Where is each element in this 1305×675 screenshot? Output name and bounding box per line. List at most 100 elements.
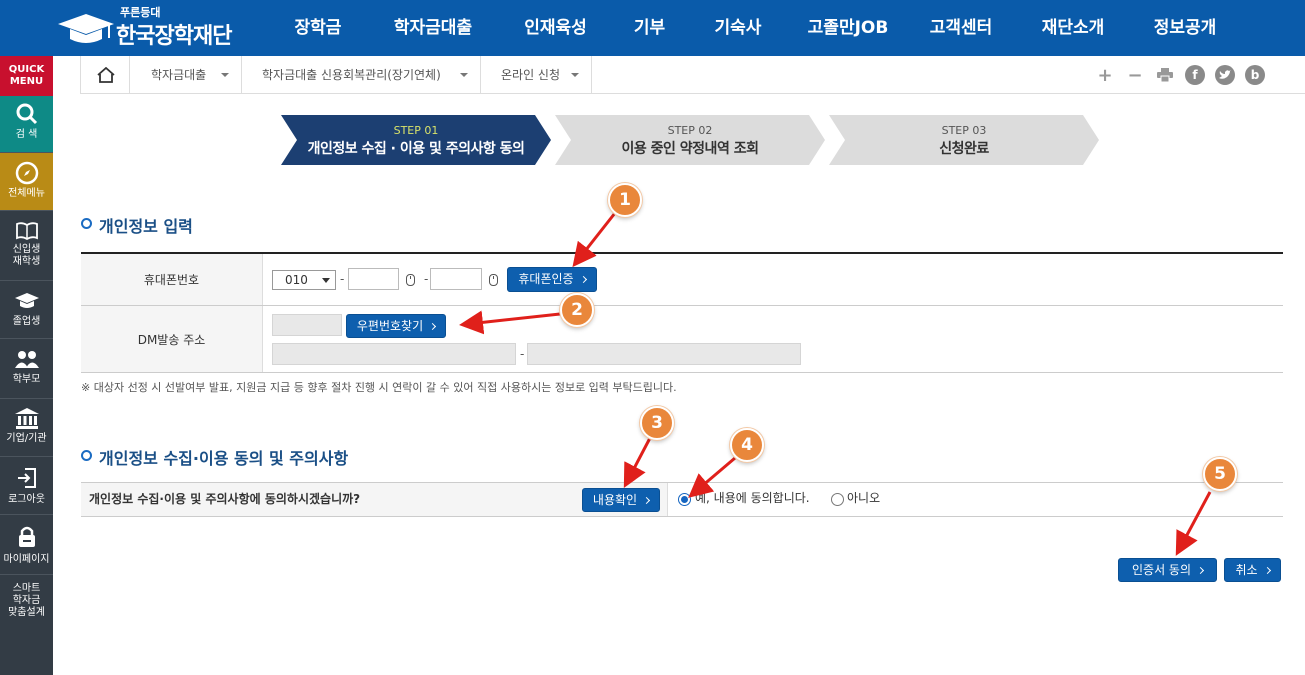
quick-menu-title-line1: QUICK: [8, 64, 45, 75]
mouse-icon: [406, 274, 415, 286]
quick-mypage-label: 마이페이지: [3, 554, 50, 565]
step-03-num: STEP 03: [941, 124, 987, 137]
quick-smart-line3: 맞춤설계: [8, 607, 45, 618]
global-header: 푸른등대 한국장학재단 장학금 학자금대출 인재육성 기부 기숙사 고졸만JOB…: [0, 0, 1305, 56]
quick-student[interactable]: 신입생 재학생: [0, 211, 53, 281]
quick-parents[interactable]: 학부모: [0, 339, 53, 399]
disagree-radio[interactable]: [831, 493, 844, 506]
lock-icon: [18, 526, 35, 547]
phone-verify-label: 휴대폰인증: [518, 272, 574, 286]
step-badge-4: 4: [730, 428, 764, 462]
quick-smart-line2: 학자금: [12, 595, 41, 606]
gnb-job[interactable]: 고졸만JOB: [790, 0, 906, 56]
blog-share-button[interactable]: b: [1245, 65, 1265, 85]
phone-label: 휴대폰번호: [81, 254, 263, 305]
step-03-name: 신청완료: [939, 141, 989, 157]
twitter-icon: [1219, 70, 1231, 79]
address-detail-input[interactable]: [527, 343, 801, 365]
page-tools: + − f b: [1095, 56, 1265, 94]
phone-middle-input[interactable]: [348, 268, 399, 290]
quick-all-menu-label: 전체메뉴: [8, 188, 45, 199]
quick-mypage[interactable]: 마이페이지: [0, 515, 53, 575]
zoom-in-button[interactable]: +: [1095, 65, 1115, 86]
view-content-button[interactable]: 내용확인: [582, 488, 660, 512]
facebook-share-button[interactable]: f: [1185, 65, 1205, 85]
brand-name: 한국장학재단: [116, 24, 232, 49]
quick-logout-label: 로그아웃: [8, 494, 45, 505]
step-01: STEP 01 개인정보 수집 · 이용 및 주의사항 동의: [281, 115, 551, 165]
chevron-down-icon: [322, 278, 330, 283]
zoom-out-button[interactable]: −: [1125, 65, 1145, 86]
address-dash: -: [520, 347, 525, 361]
zip-search-label: 우편번호찾기: [356, 319, 424, 333]
gnb-student-loan[interactable]: 학자금대출: [368, 0, 498, 56]
agree-radio[interactable]: [678, 493, 691, 506]
quick-graduate[interactable]: 졸업생: [0, 281, 53, 339]
cancel-label: 취소: [1235, 563, 1258, 577]
step-03: STEP 03 신청완료: [829, 115, 1099, 165]
address-input[interactable]: [272, 343, 516, 365]
zipcode-input[interactable]: [272, 314, 342, 336]
twitter-share-button[interactable]: [1215, 65, 1235, 85]
gnb-donation[interactable]: 기부: [613, 0, 686, 56]
cancel-button[interactable]: 취소: [1224, 558, 1281, 582]
step-badge-1: 1: [608, 183, 642, 217]
zip-search-button[interactable]: 우편번호찾기: [346, 314, 446, 338]
breadcrumb-level3[interactable]: 온라인 신청: [481, 56, 592, 94]
disagree-radio-label[interactable]: 아니오: [847, 489, 880, 506]
cert-agree-button[interactable]: 인증서 동의: [1118, 558, 1217, 582]
chevron-right-icon: [1263, 566, 1271, 575]
phone-last-input[interactable]: [430, 268, 482, 290]
step-01-num: STEP 01: [393, 124, 439, 137]
quick-smart-line1: 스마트: [12, 583, 41, 594]
quick-logout[interactable]: 로그아웃: [0, 457, 53, 515]
breadcrumb-level2[interactable]: 학자금대출 신용회복관리(장기연체): [242, 56, 481, 94]
gnb-about[interactable]: 재단소개: [1016, 0, 1130, 56]
quick-institution[interactable]: 기업/기관: [0, 399, 53, 457]
phone-verify-button[interactable]: 휴대폰인증: [507, 267, 597, 292]
quick-student-line2: 재학생: [12, 256, 41, 267]
phone-prefix-select[interactable]: 010: [272, 270, 336, 290]
consent-question: 개인정보 수집·이용 및 주의사항에 동의하시겠습니까?: [81, 483, 668, 516]
quick-smart-plan[interactable]: 스마트 학자금 맞춤설계: [0, 575, 53, 637]
phone-prefix-value: 010: [285, 273, 308, 287]
chevron-down-icon: [460, 73, 468, 77]
mouse-icon: [489, 274, 498, 286]
compass-icon: [15, 161, 38, 185]
gnb-disclosure[interactable]: 정보공개: [1130, 0, 1240, 56]
step-badge-2: 2: [560, 293, 594, 327]
breadcrumb-level1[interactable]: 학자금대출: [131, 56, 242, 94]
quick-menu-title-line2: MENU: [9, 76, 44, 87]
quick-search[interactable]: 검 색: [0, 96, 53, 153]
quick-menu-title: QUICK MENU: [0, 56, 53, 96]
logout-icon: [17, 468, 36, 488]
step-02: STEP 02 이용 중인 약정내역 조회: [555, 115, 825, 165]
gnb-customer-center[interactable]: 고객센터: [906, 0, 1016, 56]
gnb-dormitory[interactable]: 기숙사: [686, 0, 790, 56]
info-note: ※ 대상자 선정 시 선발여부 발표, 지원금 지급 등 향후 절차 진행 시 …: [81, 381, 677, 394]
agree-radio-label[interactable]: 예, 내용에 동의합니다.: [695, 489, 810, 506]
phone-cell: 010 - - 휴대폰인증: [264, 254, 1283, 305]
global-nav: 장학금 학자금대출 인재육성 기부 기숙사 고졸만JOB 고객센터 재단소개 정…: [268, 0, 1240, 56]
chevron-down-icon: [571, 73, 579, 77]
breadcrumb-home[interactable]: [80, 56, 130, 94]
phone-dash-2: -: [424, 272, 429, 286]
quick-student-line1: 신입생: [12, 244, 41, 255]
gnb-scholarship[interactable]: 장학금: [268, 0, 368, 56]
print-button[interactable]: [1155, 65, 1175, 85]
quick-all-menu[interactable]: 전체메뉴: [0, 153, 53, 211]
dm-address-cell: 우편번호찾기 -: [264, 306, 1283, 372]
step-badge-5: 5: [1203, 457, 1237, 491]
search-icon: [16, 103, 37, 125]
chevron-right-icon: [579, 275, 587, 284]
institution-icon: [14, 408, 39, 429]
phone-row: 휴대폰번호 010 - - 휴대폰인증: [81, 254, 1283, 306]
quick-menu: QUICK MENU 검 색 전체메뉴 신입생 재학생 졸업생 학부모 기업/기…: [0, 56, 53, 675]
chevron-right-icon: [643, 496, 651, 505]
chevron-down-icon: [221, 73, 229, 77]
gnb-talent[interactable]: 인재육성: [498, 0, 613, 56]
quick-search-label: 검 색: [15, 129, 38, 140]
step-02-name: 이용 중인 약정내역 조회: [621, 141, 759, 157]
personal-info-form: 휴대폰번호 010 - - 휴대폰인증 DM발송 주소 우편번호찾기 -: [81, 252, 1283, 373]
quick-graduate-label: 졸업생: [12, 316, 41, 327]
